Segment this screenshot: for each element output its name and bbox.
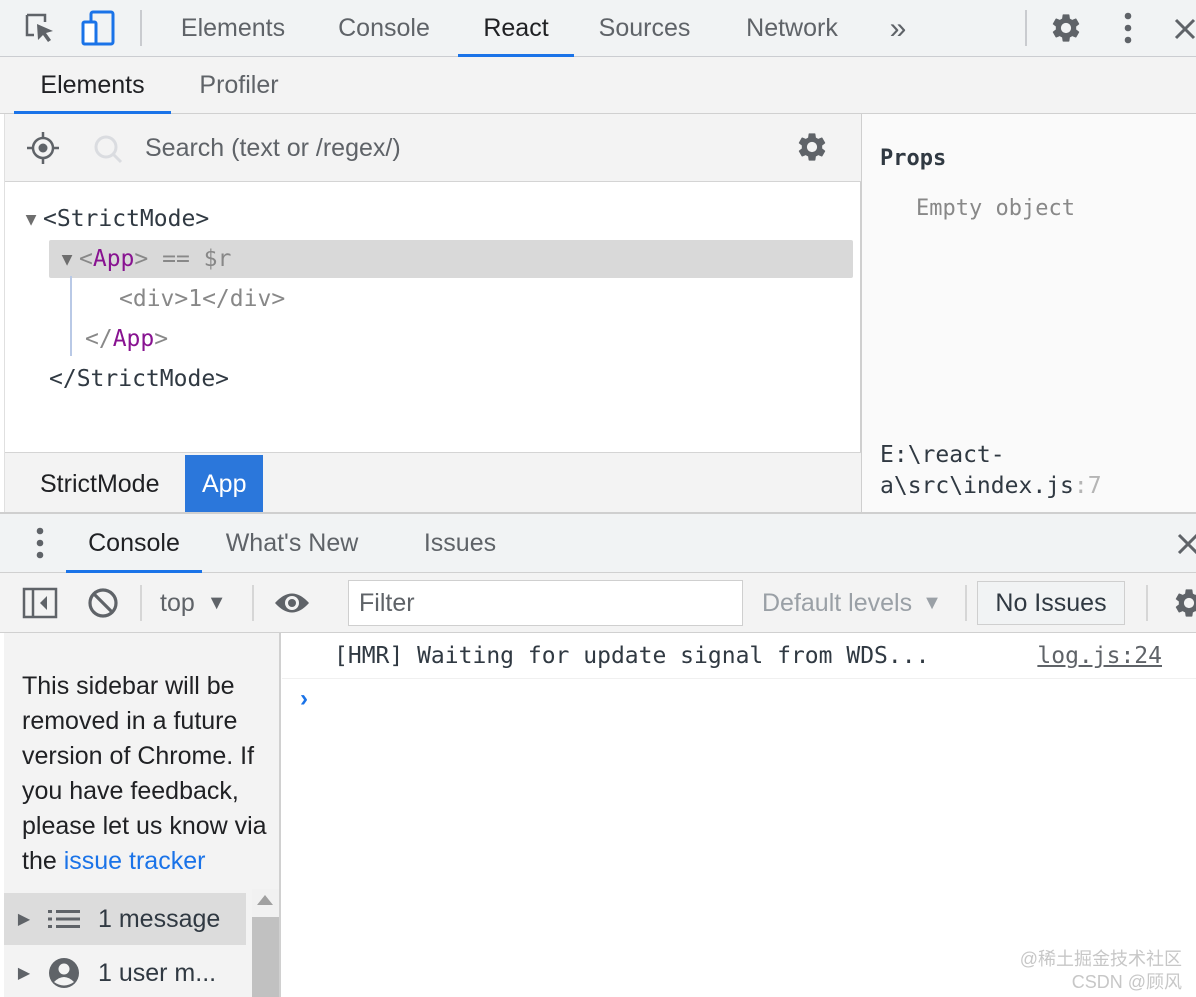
console-messages: [HMR] Waiting for update signal from WDS… <box>282 633 1196 997</box>
tab-console[interactable]: Console <box>320 0 448 57</box>
tab-profiler[interactable]: Profiler <box>181 57 297 114</box>
drawer-tab-console[interactable]: Console <box>66 514 202 573</box>
close-drawer-icon[interactable] <box>1176 532 1196 559</box>
clear-console-icon[interactable] <box>86 586 120 625</box>
context-value: top <box>160 588 195 617</box>
sidebar-item-messages[interactable]: ▶ 1 message <box>4 893 246 945</box>
sidebar-item-label: 1 message <box>98 904 221 933</box>
live-expression-eye-icon[interactable] <box>273 588 311 623</box>
watermark-line: CSDN @顾风 <box>1071 972 1182 992</box>
toggle-sidebar-icon[interactable] <box>22 586 58 625</box>
props-title: Props <box>880 146 947 171</box>
tree-indent-guide <box>70 276 72 356</box>
collapse-toggle-icon[interactable]: ▼ <box>55 249 79 270</box>
tree-row-app-selected[interactable]: ▼ < App > == $r <box>49 240 853 278</box>
dropdown-arrow-icon: ▼ <box>206 591 227 614</box>
js-context-select[interactable]: top ▼ <box>160 583 227 623</box>
tree-bracket: > <box>154 326 169 352</box>
component-settings-gear-icon[interactable] <box>795 130 829 169</box>
component-search-input[interactable] <box>145 128 745 168</box>
drawer-menu-icon[interactable] <box>30 526 50 565</box>
toolbar-divider <box>252 585 254 621</box>
component-tree-panel: ▼<StrictMode> ▼<App> == $r <div>1</div> … <box>4 114 862 513</box>
tree-row-app-close[interactable]: </App > <box>85 320 168 358</box>
device-toolbar-icon[interactable] <box>79 8 119 48</box>
tree-tag-text: <StrictMode> <box>43 206 210 232</box>
toolbar-divider <box>1146 585 1148 621</box>
component-search-bar <box>5 114 861 182</box>
tree-host-element: <div>1</div> <box>119 286 286 312</box>
console-toolbar: top ▼ Default levels ▼ No Issues <box>0 573 1196 633</box>
issue-tracker-link[interactable]: issue tracker <box>64 847 206 875</box>
expand-arrow-icon: ▶ <box>17 911 31 928</box>
drawer-tab-issues[interactable]: Issues <box>410 514 510 573</box>
console-prompt[interactable]: › <box>300 685 308 713</box>
tree-tag-text: </StrictMode> <box>49 366 230 392</box>
react-devtools-tabs: Elements Profiler <box>0 57 1196 114</box>
console-filter-input[interactable] <box>348 580 743 626</box>
tree-row-strictmode-open[interactable]: ▼ <StrictMode> <box>19 200 210 238</box>
sidebar-item-label: 1 user m... <box>98 958 217 987</box>
list-icon <box>44 908 84 930</box>
watermark-line: @稀土掘金技术社区 <box>1019 949 1182 969</box>
issues-button[interactable]: No Issues <box>977 581 1125 625</box>
tree-selection-hint: == $r <box>148 246 232 272</box>
sidebar-scrollbar-thumb[interactable] <box>252 917 279 997</box>
tree-component-name: App <box>112 326 155 352</box>
user-account-icon <box>44 957 84 989</box>
expand-arrow-icon: ▶ <box>17 965 31 982</box>
owners-breadcrumbs: StrictMode App <box>5 452 861 513</box>
sidebar-deprecation-note: This sidebar will be removed in a future… <box>22 669 272 879</box>
search-icon <box>91 132 125 171</box>
devtools-main-toolbar: Elements Console React Sources Network » <box>0 0 1196 57</box>
scroll-up-arrow-icon[interactable] <box>257 895 273 905</box>
inspect-element-icon[interactable] <box>20 8 60 48</box>
tab-sources[interactable]: Sources <box>584 0 705 57</box>
toolbar-divider <box>965 585 967 621</box>
tree-bracket: </ <box>85 326 113 352</box>
select-element-icon[interactable] <box>25 130 61 171</box>
console-log-source-link[interactable]: log.js:24 <box>1037 643 1162 669</box>
console-log-text: [HMR] Waiting for update signal from WDS… <box>334 643 930 669</box>
console-settings-gear-icon[interactable] <box>1172 586 1196 625</box>
tab-react[interactable]: React <box>458 0 574 57</box>
breadcrumb-app[interactable]: App <box>185 455 264 513</box>
collapse-toggle-icon[interactable]: ▼ <box>19 209 43 230</box>
dropdown-arrow-icon: ▼ <box>922 591 942 614</box>
tab-elements[interactable]: Elements <box>163 0 303 57</box>
component-source-link[interactable]: E:\react- a\src\index.js:7 <box>880 440 1102 502</box>
tab-react-elements[interactable]: Elements <box>14 57 171 114</box>
settings-gear-icon[interactable] <box>1046 8 1086 48</box>
drawer-tab-whats-new[interactable]: What's New <box>212 514 372 573</box>
component-tree: ▼ <StrictMode> ▼ < App > == $r <div>1</div> … <box>5 182 861 452</box>
toolbar-divider <box>1025 10 1027 46</box>
tree-row-strictmode-close[interactable]: </StrictMode> <box>49 360 229 398</box>
levels-value: Default levels <box>762 588 913 617</box>
more-options-icon[interactable] <box>1108 8 1148 48</box>
tree-bracket: > <box>134 246 149 272</box>
log-levels-dropdown[interactable]: Default levels ▼ <box>762 583 942 623</box>
tree-component-name: App <box>92 246 135 272</box>
sidebar-item-user-messages[interactable]: ▶ 1 user m... <box>4 947 246 997</box>
props-inspector-panel: Props Empty object E:\react- a\src\index… <box>862 114 1196 512</box>
breadcrumb-strictmode[interactable]: StrictMode <box>23 455 176 513</box>
toolbar-divider <box>140 585 142 621</box>
console-log-row: [HMR] Waiting for update signal from WDS… <box>282 633 1196 679</box>
console-sidebar: This sidebar will be removed in a future… <box>4 633 281 997</box>
prompt-chevron-icon: › <box>300 685 308 712</box>
source-path-line: a\src\index.js <box>880 473 1074 499</box>
tree-bracket: < <box>79 246 93 272</box>
tree-row-div[interactable]: <div>1</div> <box>119 280 285 318</box>
source-path-line: E:\react- <box>880 442 1005 468</box>
watermark: @稀土掘金技术社区 CSDN @顾风 <box>1020 948 1182 994</box>
tab-network[interactable]: Network <box>725 0 859 57</box>
drawer-tab-bar: Console What's New Issues <box>0 512 1196 573</box>
sidebar-note-text: This sidebar will be removed in a future… <box>22 672 267 875</box>
close-devtools-icon[interactable] <box>1170 8 1196 48</box>
sidebar-message-list: ▶ 1 message ▶ 1 user m... <box>4 889 279 997</box>
more-tabs-button[interactable]: » <box>878 0 918 57</box>
source-line-number: :7 <box>1073 473 1102 499</box>
toolbar-divider <box>140 10 142 46</box>
props-empty-message: Empty object <box>916 196 1075 221</box>
